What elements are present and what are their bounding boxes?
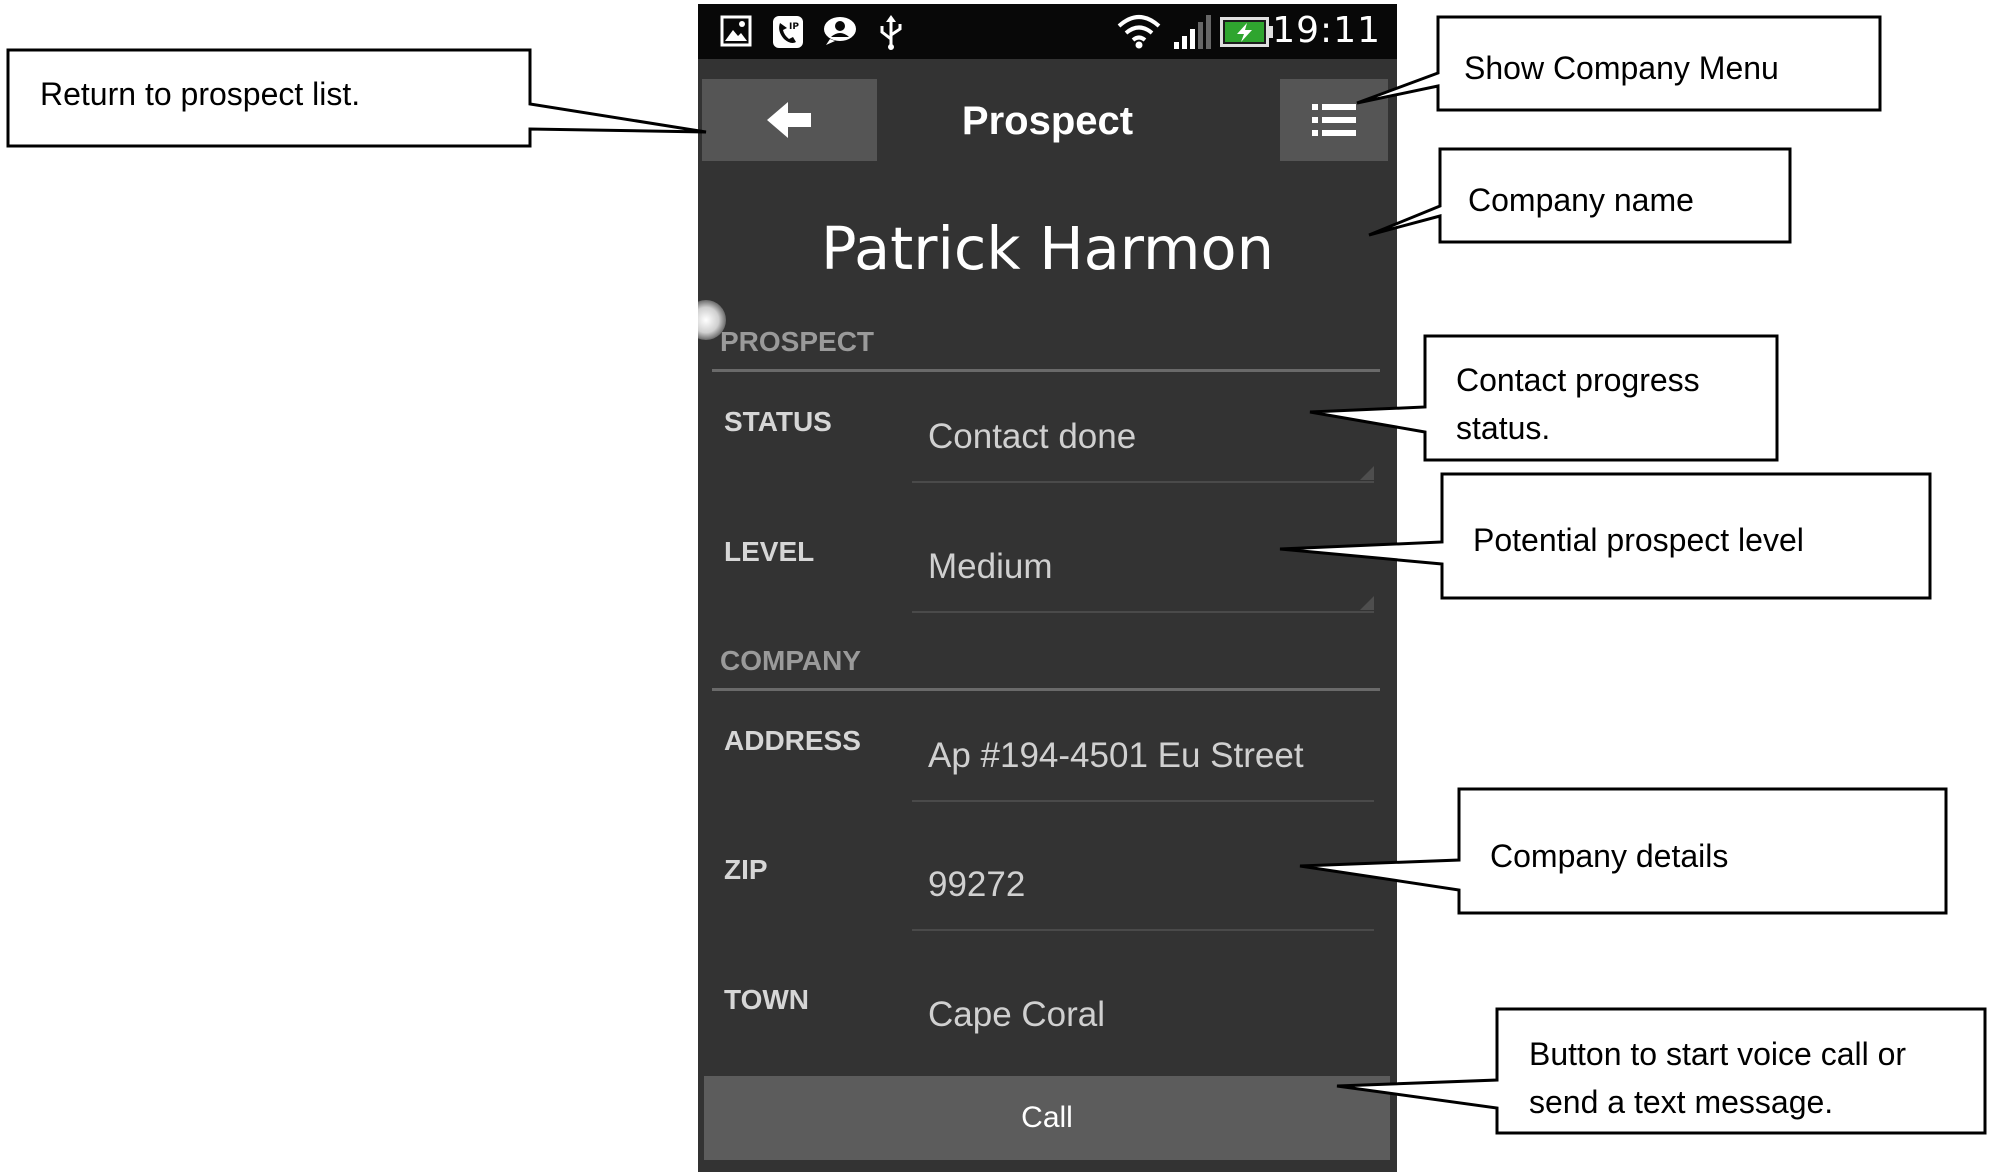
callout-status-line1: Contact progress <box>1456 362 1700 398</box>
callout-company-name: Company name <box>1468 182 1694 218</box>
callout-call-line1: Button to start voice call or <box>1529 1036 1907 1072</box>
callout-status-line2: status. <box>1456 410 1551 446</box>
callout-menu: Show Company Menu <box>1464 50 1779 86</box>
callout-call-line2: send a text message. <box>1529 1084 1834 1120</box>
callout-back: Return to prospect list. <box>40 76 361 112</box>
callout-details: Company details <box>1490 838 1729 874</box>
callout-level: Potential prospect level <box>1473 522 1804 558</box>
annotation-layer <box>6 15 1987 1135</box>
